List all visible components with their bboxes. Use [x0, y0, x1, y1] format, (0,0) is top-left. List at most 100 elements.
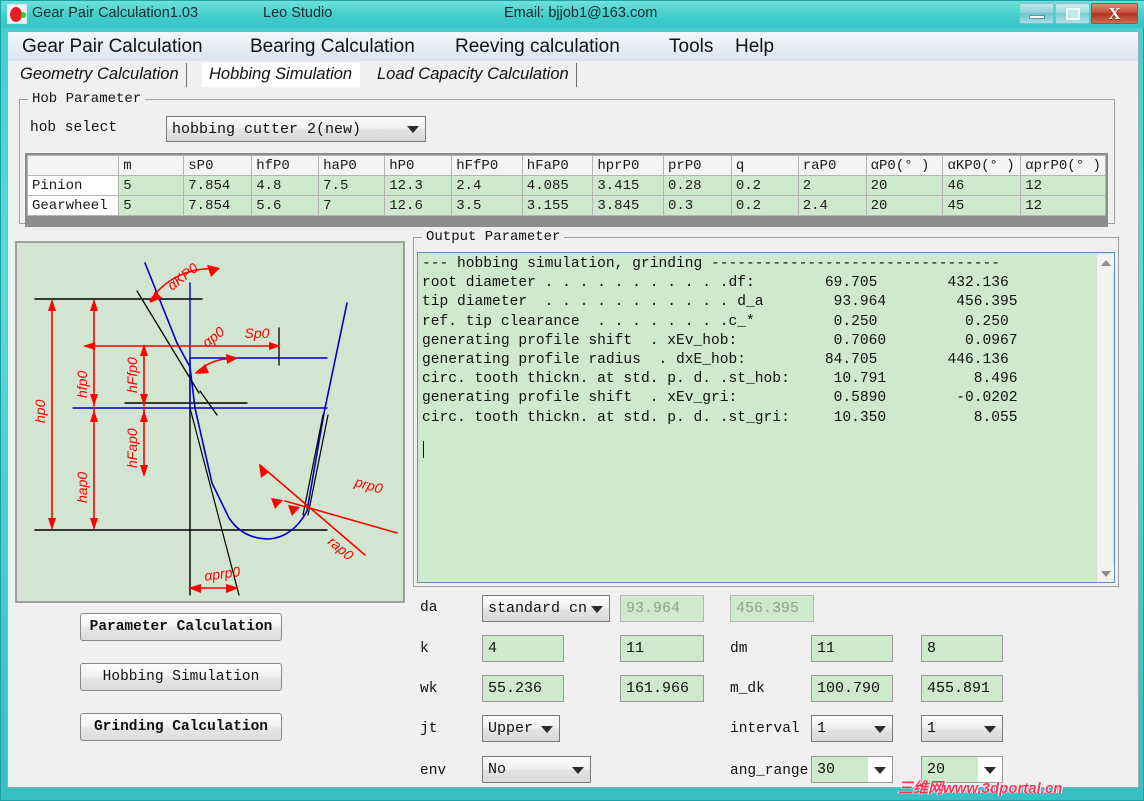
- table-cell[interactable]: 0.28: [662, 175, 732, 196]
- table-cell[interactable]: 2.4: [797, 195, 867, 216]
- table-cell[interactable]: 2.4: [451, 175, 523, 196]
- label-sp0: Sp0: [245, 325, 270, 341]
- k-value-2[interactable]: 11: [620, 635, 704, 662]
- gear-tooth-diagram: αKP0 αp0 hfp0 hFfp0 hp0 hap0 hFap0 Sp0 p…: [15, 241, 405, 603]
- grinding-calculation-button[interactable]: Grinding Calculation: [80, 713, 282, 741]
- minimize-button[interactable]: [1019, 3, 1054, 24]
- env-combobox[interactable]: No: [482, 756, 591, 783]
- tab-hobbing-simulation[interactable]: Hobbing Simulation: [202, 63, 361, 87]
- label-alpha-kp0: αKP0: [164, 259, 201, 293]
- env-label: env: [420, 763, 447, 779]
- table-cell[interactable]: 0.2: [730, 175, 799, 196]
- hobbing-simulation-button[interactable]: Hobbing Simulation: [80, 663, 282, 691]
- chevron-down-icon: [874, 725, 886, 733]
- chevron-down-icon: [572, 766, 584, 774]
- interval-combobox-1[interactable]: 1: [811, 715, 893, 742]
- table-cell[interactable]: 12: [1020, 175, 1106, 196]
- label-rap0: rap0: [325, 533, 357, 563]
- table-row[interactable]: Pinion 5 7.854 4.8 7.5 12.3 2.4 4.085 3.415 0.28 0…: [27, 175, 1106, 196]
- table-cell[interactable]: 7.5: [318, 175, 386, 196]
- table-cell[interactable]: 7.854: [183, 195, 253, 216]
- k-value-1[interactable]: 4: [482, 635, 564, 662]
- chevron-down-icon: [984, 766, 996, 774]
- tab-geometry-calculation[interactable]: Geometry Calculation: [13, 63, 187, 87]
- output-parameter-group: Output Parameter --- hobbing simulation,…: [413, 229, 1119, 587]
- dm-value-2[interactable]: 8: [921, 635, 1003, 662]
- table-cell[interactable]: 45: [942, 195, 1022, 216]
- table-cell[interactable]: 5: [118, 195, 185, 216]
- table-header-sP0: sP0: [183, 155, 253, 176]
- table-row-label: Pinion: [27, 175, 120, 196]
- ang-range-dropdown-button-1[interactable]: [868, 757, 892, 782]
- table-cell[interactable]: 7: [318, 195, 386, 216]
- table-cell[interactable]: 3.5: [451, 195, 523, 216]
- close-icon: X: [1108, 4, 1121, 23]
- table-cell[interactable]: 4.085: [521, 175, 594, 196]
- table-header-q: q: [730, 155, 799, 176]
- ang-range-value-1[interactable]: 30: [812, 757, 868, 782]
- title-bar: Gear Pair Calculation1.03 Leo Studio Ema…: [1, 1, 1144, 28]
- chevron-down-icon: [984, 725, 996, 733]
- table-cell[interactable]: 7.854: [183, 175, 253, 196]
- hob-parameter-group: Hob Parameter hob select hobbing cutter …: [19, 91, 1115, 227]
- table-cell[interactable]: 20: [865, 175, 944, 196]
- env-value: No: [488, 761, 507, 778]
- tab-load-capacity-calculation[interactable]: Load Capacity Calculation: [370, 63, 577, 87]
- interval-value-1: 1: [817, 720, 827, 737]
- triangle-down-icon: [1101, 571, 1111, 577]
- menu-item-reeving-calculation[interactable]: Reeving calculation: [451, 35, 624, 59]
- hob-parameter-table-wrapper[interactable]: m sP0 hfP0 haP0 hP0 hFfP0 hFaP0 hprP0 prP0 q raP0 α…: [25, 153, 1108, 218]
- parameter-calculation-button[interactable]: Parameter Calculation: [80, 613, 282, 641]
- table-cell[interactable]: 5: [118, 175, 185, 196]
- m-dk-value-2[interactable]: 455.891: [921, 675, 1003, 702]
- output-parameter-text: --- hobbing simulation, grinding -------…: [422, 256, 1018, 426]
- table-cell[interactable]: 12.3: [384, 175, 453, 196]
- table-cell[interactable]: 0.2: [730, 195, 799, 216]
- table-cell[interactable]: 12: [1020, 195, 1106, 216]
- menu-item-gear-pair-calculation[interactable]: Gear Pair Calculation: [18, 35, 207, 59]
- table-cell[interactable]: 0.3: [662, 195, 732, 216]
- label-hfp0: hfp0: [74, 371, 90, 398]
- menu-item-bearing-calculation[interactable]: Bearing Calculation: [246, 35, 419, 59]
- hob-select-combobox[interactable]: hobbing cutter 2(new): [166, 116, 426, 142]
- table-cell[interactable]: 5.6: [251, 195, 320, 216]
- interval-combobox-2[interactable]: 1: [921, 715, 1003, 742]
- menu-item-help[interactable]: Help: [731, 35, 778, 59]
- table-row[interactable]: Gearwheel 5 7.854 5.6 7 12.6 3.5 3.155 3.845 0.3 0…: [27, 195, 1106, 216]
- menu-item-tools[interactable]: Tools: [665, 35, 717, 59]
- table-header-haP0: haP0: [318, 155, 386, 176]
- tab-strip: Geometry Calculation Hobbing Simulation …: [13, 63, 1133, 87]
- wk-label: wk: [420, 681, 438, 697]
- da-value-2[interactable]: 456.395: [730, 595, 814, 622]
- da-value-1[interactable]: 93.964: [620, 595, 704, 622]
- m-dk-value-1[interactable]: 100.790: [811, 675, 893, 702]
- close-button[interactable]: X: [1091, 3, 1138, 24]
- ang-range-combobox-1[interactable]: 30: [811, 756, 893, 783]
- chevron-down-icon: [591, 605, 603, 613]
- table-cell[interactable]: 4.8: [251, 175, 320, 196]
- table-header-KP0: αKP0(° ): [942, 155, 1022, 176]
- table-horizontal-scrollbar[interactable]: [25, 218, 1108, 227]
- table-cell[interactable]: 3.415: [592, 175, 664, 196]
- table-cell[interactable]: 2: [797, 175, 867, 196]
- table-cell[interactable]: 46: [942, 175, 1022, 196]
- table-cell[interactable]: 12.6: [384, 195, 453, 216]
- jt-combobox[interactable]: Upper: [482, 715, 560, 742]
- scroll-down-button[interactable]: [1097, 566, 1114, 582]
- table-header-rowlabel: [27, 155, 120, 176]
- output-vertical-scrollbar[interactable]: [1096, 254, 1114, 582]
- dm-value-1[interactable]: 11: [811, 635, 893, 662]
- table-cell[interactable]: 20: [865, 195, 944, 216]
- maximize-button[interactable]: [1055, 3, 1090, 24]
- table-header-hprP0: hprP0: [592, 155, 664, 176]
- scroll-up-button[interactable]: [1097, 254, 1114, 271]
- table-cell[interactable]: 3.155: [521, 195, 594, 216]
- wk-value-1[interactable]: 55.236: [482, 675, 564, 702]
- output-parameter-textarea[interactable]: --- hobbing simulation, grinding -------…: [417, 252, 1115, 583]
- da-mode-combobox[interactable]: standard cn: [482, 595, 610, 622]
- jt-label: jt: [420, 721, 438, 737]
- m-dk-label: m_dk: [730, 681, 765, 697]
- wk-value-2[interactable]: 161.966: [620, 675, 704, 702]
- site-watermark: 三维网www.3dportal.cn: [898, 780, 1063, 797]
- table-cell[interactable]: 3.845: [592, 195, 664, 216]
